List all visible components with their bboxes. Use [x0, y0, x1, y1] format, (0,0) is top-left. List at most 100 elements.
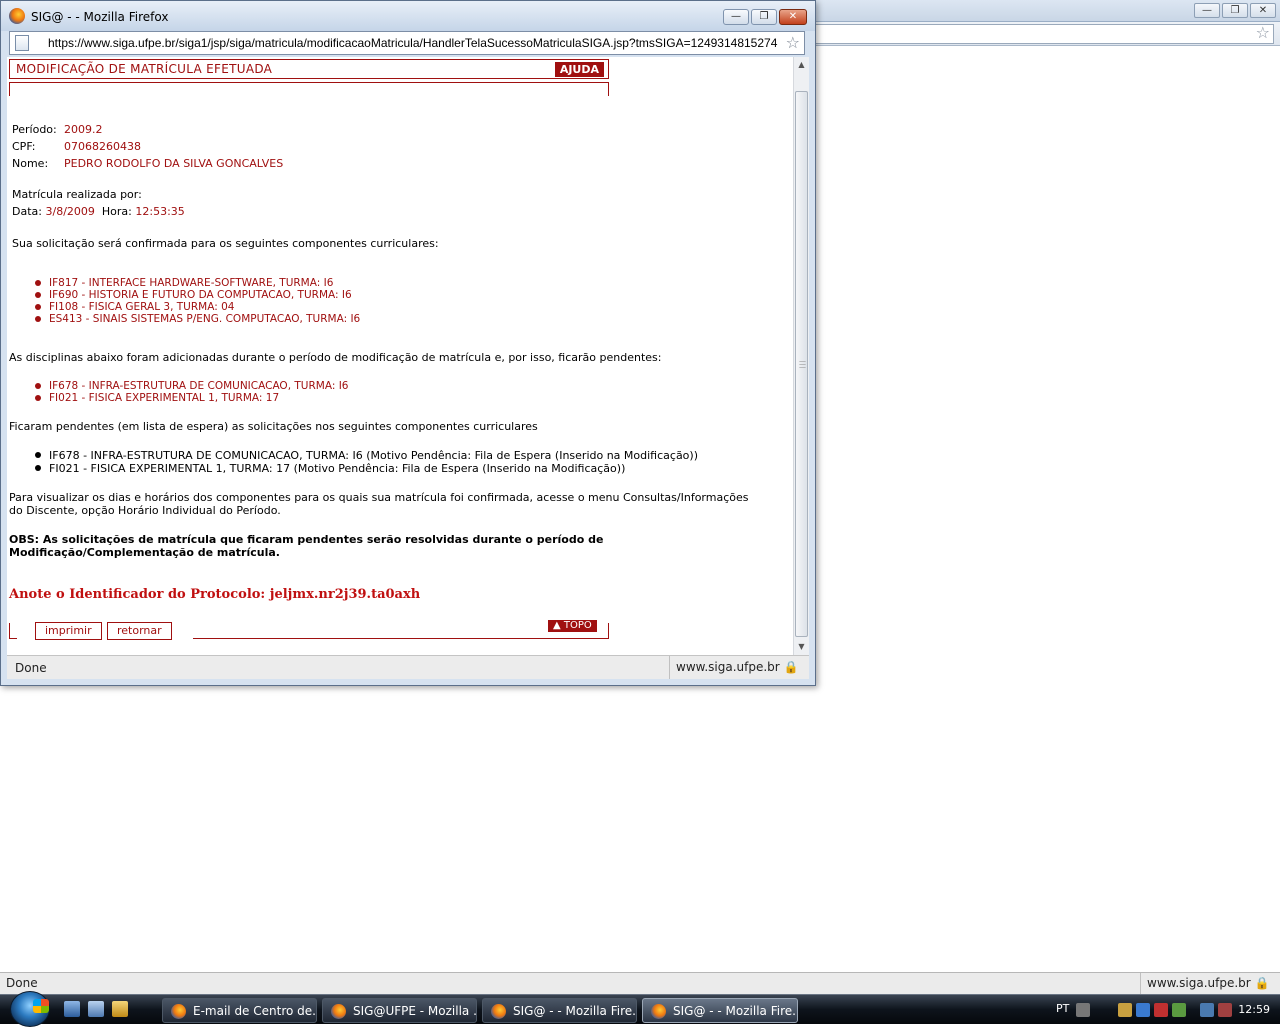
taskbar-item-label: SIG@ - - Mozilla Fire...: [513, 1004, 637, 1018]
vertical-scrollbar[interactable]: ▲ — — — ▼: [793, 57, 809, 655]
quick-launch-app-icon[interactable]: [112, 1001, 128, 1017]
added-course-list: IF678 - INFRA-ESTRUTURA DE COMUNICACAO, …: [35, 380, 348, 404]
list-item: ES413 - SINAIS SISTEMAS P/ENG. COMPUTACA…: [35, 313, 360, 325]
scroll-up-arrow-icon[interactable]: ▲: [794, 57, 809, 73]
popup-browser-window: SIG@ - - Mozilla Firefox — ❐ ✕ https://w…: [0, 0, 816, 686]
nome-label: Nome:: [12, 157, 49, 170]
background-window-controls: — ❐ ✕: [1194, 3, 1276, 18]
maximize-button[interactable]: ❐: [751, 9, 777, 25]
list-item: IF817 - INTERFACE HARDWARE-SOFTWARE, TUR…: [35, 277, 360, 289]
firefox-icon: [331, 1004, 346, 1019]
tray-app-icon[interactable]: [1136, 1003, 1150, 1017]
hora-label: Hora:: [101, 205, 132, 218]
added-text: As disciplinas abaixo foram adicionadas …: [9, 351, 662, 364]
quick-launch: [64, 1001, 128, 1017]
taskbar-item-label: E-mail de Centro de...: [193, 1004, 317, 1018]
top-label: TOPO: [563, 620, 592, 631]
clock[interactable]: 12:59: [1238, 1003, 1270, 1016]
page-content: MODIFICAÇÃO DE MATRÍCULA EFETUADA AJUDA …: [7, 57, 793, 655]
data-hora-row: Data: 3/8/2009 Hora: 12:53:35: [12, 205, 185, 218]
confirmada-text: Sua solicitação será confirmada para os …: [12, 237, 439, 250]
protocol-identifier: Anote o Identificador do Protocolo: jelj…: [9, 587, 421, 602]
page-icon: [15, 35, 29, 51]
list-item: FI021 - FISICA EXPERIMENTAL 1, TURMA: 17…: [35, 462, 698, 475]
periodo-row: Período: 2009.2: [12, 123, 103, 136]
nome-row: Nome: PEDRO RODOLFO DA SILVA GONCALVES: [12, 157, 283, 170]
window-controls: — ❐ ✕: [723, 9, 807, 25]
taskbar-item-sigaufpe[interactable]: SIG@UFPE - Mozilla ...: [322, 998, 477, 1023]
confirmed-course-list: IF817 - INTERFACE HARDWARE-SOFTWARE, TUR…: [35, 277, 360, 325]
visualizar-text-line1: Para visualizar os dias e horários dos c…: [9, 491, 749, 504]
page-title: MODIFICAÇÃO DE MATRÍCULA EFETUADA: [16, 62, 273, 76]
minimize-icon[interactable]: —: [1194, 3, 1220, 18]
start-button[interactable]: [10, 991, 50, 1027]
list-item: IF678 - INFRA-ESTRUTURA DE COMUNICACAO, …: [35, 449, 698, 462]
system-tray: PT 12:59: [1048, 995, 1280, 1025]
status-domain: www.siga.ufpe.br 🔒: [669, 656, 809, 679]
volume-muted-icon[interactable]: [1218, 1003, 1232, 1017]
keyboard-icon[interactable]: [1076, 1003, 1090, 1017]
back-to-top-button[interactable]: ▲ TOPO: [548, 620, 597, 632]
url-bar[interactable]: https://www.siga.ufpe.br/siga1/jsp/siga/…: [9, 31, 805, 55]
taskbar-item-label: SIG@UFPE - Mozilla ...: [353, 1004, 477, 1018]
periodo-label: Período:: [12, 123, 57, 136]
language-indicator[interactable]: PT: [1056, 1002, 1069, 1015]
cpf-value: 07068260438: [64, 140, 141, 153]
show-desktop-icon[interactable]: [64, 1001, 80, 1017]
lock-icon: 🔒: [1254, 976, 1270, 990]
popup-statusbar: Done www.siga.ufpe.br 🔒: [7, 655, 809, 679]
switch-windows-icon[interactable]: [88, 1001, 104, 1017]
help-button[interactable]: AJUDA: [554, 62, 604, 77]
status-domain-text: www.siga.ufpe.br: [676, 660, 780, 674]
url-text[interactable]: https://www.siga.ufpe.br/siga1/jsp/siga/…: [48, 36, 777, 50]
data-value: 3/8/2009: [45, 205, 95, 218]
windows-logo-icon: [33, 999, 49, 1013]
back-button[interactable]: retornar: [107, 622, 172, 640]
list-item: IF690 - HISTORIA E FUTURO DA COMPUTACAO,…: [35, 289, 360, 301]
lock-icon: 🔒: [783, 660, 799, 674]
firefox-icon: [651, 1004, 666, 1019]
background-titlebar: — ❐ ✕: [816, 0, 1280, 22]
minimize-button[interactable]: —: [723, 9, 749, 25]
scrollbar-grip-icon: — — —: [799, 357, 806, 371]
page-header: MODIFICAÇÃO DE MATRÍCULA EFETUADA AJUDA: [9, 59, 609, 79]
restore-icon[interactable]: ❐: [1222, 3, 1248, 18]
firefox-icon: [491, 1004, 506, 1019]
visualizar-text-line2: do Discente, opção Horário Individual do…: [9, 504, 281, 517]
tray-app-icon[interactable]: [1172, 1003, 1186, 1017]
tray-app-icon[interactable]: [1118, 1003, 1132, 1017]
status-domain: www.siga.ufpe.br 🔒: [1140, 973, 1280, 994]
status-text: Done: [6, 976, 38, 990]
network-icon[interactable]: [1200, 1003, 1214, 1017]
antivirus-icon[interactable]: [1154, 1003, 1168, 1017]
list-item: FI108 - FISICA GERAL 3, TURMA: 04: [35, 301, 360, 313]
data-label: Data:: [12, 205, 42, 218]
bookmark-star-icon[interactable]: ☆: [786, 33, 800, 52]
obs-note: OBS: As solicitações de matrícula que fi…: [9, 533, 604, 559]
taskbar-item-siga[interactable]: SIG@ - - Mozilla Fire...: [482, 998, 637, 1023]
taskbar-item-siga-active[interactable]: SIG@ - - Mozilla Fire...: [642, 998, 798, 1023]
nome-value: PEDRO RODOLFO DA SILVA GONCALVES: [64, 157, 284, 170]
list-item: IF678 - INFRA-ESTRUTURA DE COMUNICACAO, …: [35, 380, 348, 392]
pending-course-list: IF678 - INFRA-ESTRUTURA DE COMUNICACAO, …: [35, 449, 698, 475]
realizada-por: Matrícula realizada por:: [12, 188, 142, 201]
close-icon[interactable]: ✕: [1250, 3, 1276, 18]
hora-value: 12:53:35: [135, 205, 185, 218]
window-title: SIG@ - - Mozilla Firefox: [31, 10, 169, 24]
cpf-label: CPF:: [12, 140, 36, 153]
firefox-icon: [9, 8, 25, 24]
close-button[interactable]: ✕: [779, 9, 807, 25]
taskbar-item-email[interactable]: E-mail de Centro de...: [162, 998, 317, 1023]
print-button[interactable]: imprimir: [35, 622, 102, 640]
pending-text: Ficaram pendentes (em lista de espera) a…: [9, 420, 538, 433]
periodo-value: 2009.2: [64, 123, 103, 136]
list-item: FI021 - FISICA EXPERIMENTAL 1, TURMA: 17: [35, 392, 348, 404]
scroll-down-arrow-icon[interactable]: ▼: [794, 639, 809, 655]
bookmark-star-icon[interactable]: ☆: [1256, 23, 1270, 42]
status-text: Done: [15, 661, 47, 675]
scrollbar-thumb[interactable]: — — —: [795, 91, 808, 637]
up-arrow-icon: ▲: [553, 620, 564, 631]
taskbar-item-label: SIG@ - - Mozilla Fire...: [673, 1004, 798, 1018]
popup-titlebar: SIG@ - - Mozilla Firefox — ❐ ✕: [1, 1, 815, 31]
background-url-field[interactable]: [816, 24, 1274, 44]
